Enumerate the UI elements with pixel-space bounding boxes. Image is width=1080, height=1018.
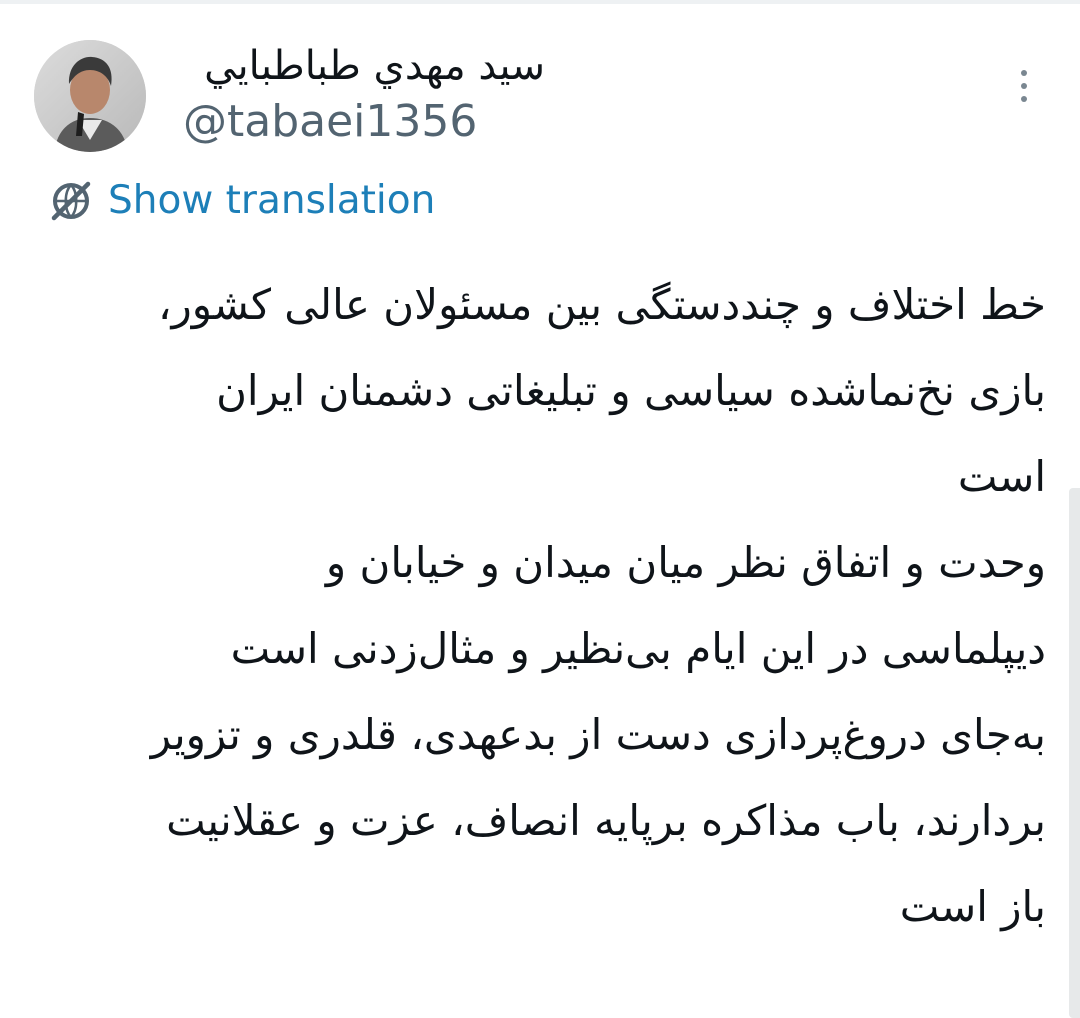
author-handle[interactable]: @tabaei1356 <box>183 94 477 150</box>
show-translation-label: Show translation <box>108 178 436 223</box>
tweet-text-line: باز است <box>899 882 1046 931</box>
tweet-text-line: خط اختلاف و چنددستگی بین مسئولان عالی کش… <box>157 280 1046 329</box>
avatar[interactable] <box>34 40 146 152</box>
show-translation-button[interactable]: Show translation <box>46 176 435 226</box>
vertical-dots-icon <box>1021 70 1027 76</box>
tweet-text-line: بازی نخ‌نماشده سیاسی و تبلیغاتی دشمنان ا… <box>216 366 1046 415</box>
more-options-button[interactable] <box>1006 60 1042 112</box>
tweet-text-line: بردارند، باب مذاکره برپایه انصاف، عزت و … <box>166 796 1046 845</box>
top-divider <box>0 0 1080 4</box>
tweet-text-line: به‌جای دروغ‌پردازی دست از بدعهدی، قلدری … <box>150 710 1046 759</box>
tweet-text-line: دیپلماسی در این ایام بی‌نظیر و مثال‌زدنی… <box>230 624 1046 673</box>
author-display-name[interactable]: سيد مهدي طباطبايي <box>185 40 545 92</box>
avatar-photo <box>34 40 146 152</box>
scrollbar[interactable] <box>1069 488 1080 1018</box>
tweet-text-line: وحدت و اتفاق نظر میان میدان و خیابان و <box>325 538 1046 587</box>
globe-off-icon <box>51 181 91 221</box>
tweet-text: خط اختلاف و چنددستگی بین مسئولان عالی کش… <box>30 262 1046 950</box>
tweet-text-line: است <box>957 452 1046 501</box>
